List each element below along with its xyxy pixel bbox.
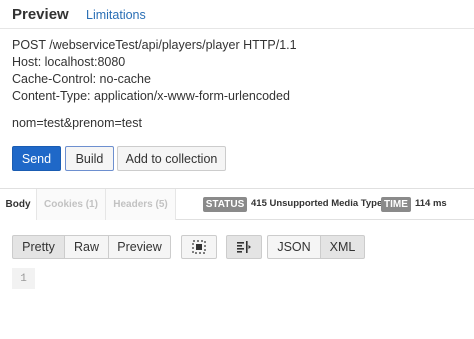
align-icon	[237, 241, 251, 253]
request-body: nom=test&prenom=test	[12, 116, 142, 130]
json-button[interactable]: JSON	[267, 235, 321, 259]
time-value: 114 ms	[415, 198, 447, 209]
request-preview: POST /webserviceTest/api/players/player …	[12, 37, 297, 105]
preview-button[interactable]: Preview	[108, 235, 171, 259]
xml-button[interactable]: XML	[320, 235, 365, 259]
line-number: 1	[12, 268, 35, 289]
tab-headers[interactable]: Headers (5)	[106, 189, 176, 220]
preview-tabs: Preview Limitations	[0, 0, 474, 28]
divider	[0, 28, 474, 29]
request-line: POST /webserviceTest/api/players/player …	[12, 38, 297, 52]
tab-limitations[interactable]: Limitations	[86, 8, 146, 22]
add-to-collection-button[interactable]: Add to collection	[117, 146, 226, 171]
build-button[interactable]: Build	[65, 146, 114, 171]
wrap-button[interactable]	[181, 235, 217, 259]
time-badge: TIME	[381, 197, 411, 212]
raw-button[interactable]: Raw	[64, 235, 109, 259]
request-host: Host: localhost:8080	[12, 55, 126, 69]
send-button[interactable]: Send	[12, 146, 61, 171]
request-content-type: Content-Type: application/x-www-form-url…	[12, 89, 290, 103]
tab-body[interactable]: Body	[0, 189, 36, 220]
status-badge: STATUS	[203, 197, 247, 212]
request-cache-control: Cache-Control: no-cache	[12, 72, 151, 86]
tab-preview[interactable]: Preview	[12, 6, 69, 23]
tab-cookies[interactable]: Cookies (1)	[36, 189, 106, 220]
wrap-icon	[192, 240, 206, 254]
align-button[interactable]	[226, 235, 262, 259]
pretty-button[interactable]: Pretty	[12, 235, 65, 259]
response-bar: Body Cookies (1) Headers (5) STATUS 415 …	[0, 188, 474, 220]
status-value: 415 Unsupported Media Type	[251, 198, 383, 209]
